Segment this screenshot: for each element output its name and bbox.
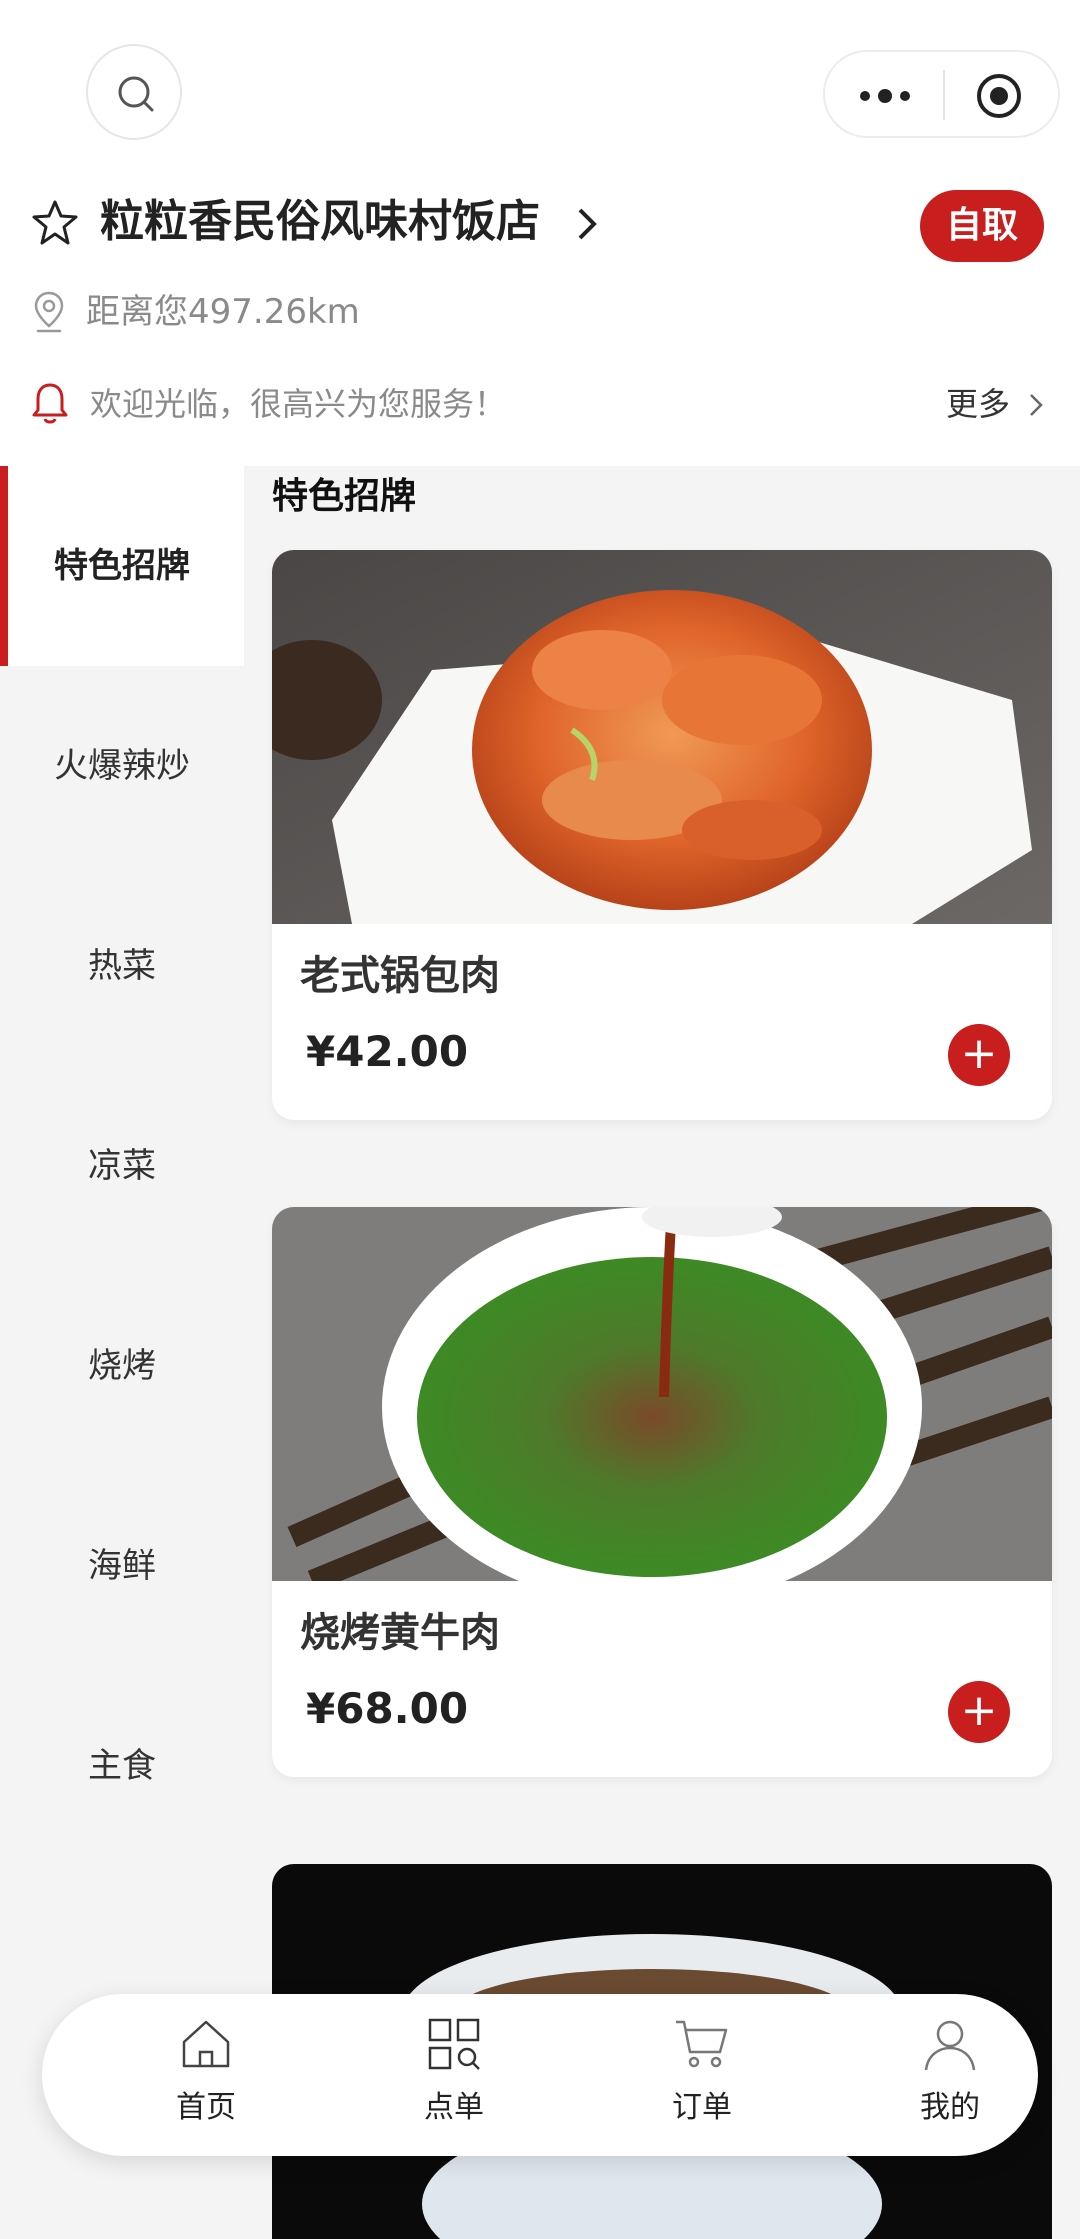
- store-name[interactable]: 粒粒香民俗风味村饭店: [100, 192, 540, 252]
- tab-home[interactable]: 首页: [106, 1994, 306, 2156]
- close-target-icon[interactable]: [975, 72, 1023, 120]
- tab-profile[interactable]: 我的: [850, 1994, 1050, 2156]
- category-item-bbq[interactable]: 烧烤: [0, 1266, 244, 1466]
- distance-text: 距离您497.26km: [86, 292, 360, 332]
- category-item-signature[interactable]: 特色招牌: [0, 466, 244, 666]
- tab-label: 我的: [920, 2090, 980, 2125]
- add-to-cart-button[interactable]: +: [948, 1024, 1010, 1086]
- plus-icon: +: [960, 1028, 998, 1079]
- dish-price: ¥68.00: [306, 1684, 469, 1733]
- dish-photo-beef: [272, 1207, 1052, 1581]
- category-item-hot-dishes[interactable]: 热菜: [0, 866, 244, 1066]
- plus-icon: +: [960, 1685, 998, 1736]
- cart-icon: [676, 2020, 728, 2068]
- category-item-staple[interactable]: 主食: [0, 1666, 244, 1866]
- notice-text: 欢迎光临，很高兴为您服务！: [90, 385, 507, 423]
- dish-price: ¥42.00: [306, 1027, 469, 1076]
- category-item-spicy-stirfry[interactable]: 火爆辣炒: [0, 666, 244, 866]
- tab-label: 首页: [176, 2090, 236, 2125]
- dish-name: 老式锅包肉: [300, 953, 500, 999]
- dish-name: 烧烤黄牛肉: [300, 1610, 500, 1656]
- dish-photo-guobaorou: [272, 550, 1052, 924]
- add-to-cart-button[interactable]: +: [948, 1681, 1010, 1743]
- dish-card[interactable]: 老式锅包肉 ¥42.00 +: [272, 550, 1052, 1120]
- bottom-tab-bar: 首页 点单 订单 我的: [42, 1994, 1038, 2156]
- menu-area: 特色招牌 火爆辣炒 热菜 凉菜 烧烤 海鲜 主食 特色招牌 老式锅包肉 ¥42.…: [0, 466, 1080, 2239]
- section-title: 特色招牌: [272, 476, 417, 517]
- category-item-cold-dishes[interactable]: 凉菜: [0, 1066, 244, 1266]
- menu-scan-icon: [428, 2018, 480, 2070]
- pickup-button[interactable]: 自取: [920, 190, 1044, 262]
- tab-order-menu[interactable]: 点单: [354, 1994, 554, 2156]
- chevron-right-icon[interactable]: [576, 206, 598, 242]
- favorite-star-icon[interactable]: [30, 198, 80, 248]
- capsule-divider: [943, 70, 945, 120]
- bell-icon: [32, 383, 68, 424]
- search-icon: [118, 76, 154, 112]
- category-sidebar: 特色招牌 火爆辣炒 热菜 凉菜 烧烤 海鲜 主食: [0, 466, 244, 2239]
- user-icon: [924, 2020, 976, 2071]
- miniprogram-capsule: [823, 50, 1060, 138]
- notice-more-link[interactable]: 更多: [946, 382, 1010, 426]
- tab-label: 订单: [672, 2090, 732, 2125]
- location-pin-icon: [34, 291, 64, 333]
- dish-card[interactable]: 烧烤黄牛肉 ¥68.00 +: [272, 1207, 1052, 1777]
- search-button[interactable]: [86, 44, 182, 140]
- home-icon: [182, 2020, 230, 2068]
- tab-label: 点单: [424, 2090, 484, 2125]
- chevron-right-small-icon[interactable]: [1028, 392, 1044, 418]
- tab-orders[interactable]: 订单: [602, 1994, 802, 2156]
- category-item-seafood[interactable]: 海鲜: [0, 1466, 244, 1666]
- more-dots-icon[interactable]: [855, 78, 915, 114]
